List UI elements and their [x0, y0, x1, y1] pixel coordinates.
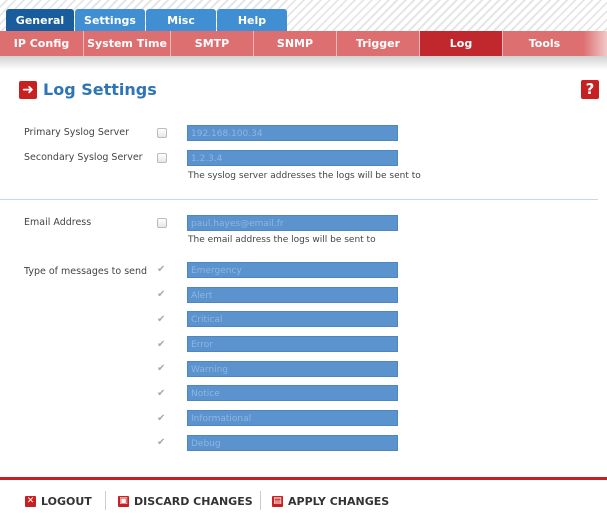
- msg-type-checkbox[interactable]: ✔: [157, 414, 165, 424]
- primary-syslog-checkbox[interactable]: [157, 128, 167, 138]
- primary-syslog-label: Primary Syslog Server: [24, 127, 129, 138]
- secondary-syslog-label: Secondary Syslog Server: [24, 152, 143, 163]
- help-icon[interactable]: ?: [581, 80, 599, 99]
- subtab-log[interactable]: Log: [420, 31, 503, 56]
- msg-type-checkbox[interactable]: ✔: [157, 265, 165, 275]
- msg-type-field[interactable]: Emergency: [187, 262, 398, 278]
- sub-tab-bar-fade: [583, 31, 607, 56]
- syslog-hint: The syslog server addresses the logs wil…: [188, 171, 421, 181]
- subtab-smtp[interactable]: SMTP: [171, 31, 254, 56]
- msg-type-checkbox[interactable]: ✔: [157, 290, 165, 300]
- close-icon: ✕: [25, 496, 36, 507]
- msg-type-checkbox[interactable]: ✔: [157, 340, 165, 350]
- arrow-right-icon: ➜: [19, 81, 37, 99]
- msg-type-field[interactable]: Debug: [187, 435, 398, 451]
- subtab-trigger[interactable]: Trigger: [337, 31, 420, 56]
- footer-divider: [0, 477, 607, 480]
- secondary-syslog-input[interactable]: 1.2.3.4: [187, 150, 398, 166]
- msg-type-field[interactable]: Warning: [187, 361, 398, 377]
- msg-type-checkbox[interactable]: ✔: [157, 315, 165, 325]
- tab-settings[interactable]: Settings: [75, 9, 145, 31]
- tab-help[interactable]: Help: [217, 9, 287, 31]
- msg-type-checkbox[interactable]: ✔: [157, 389, 165, 399]
- subtab-snmp[interactable]: SNMP: [254, 31, 337, 56]
- email-checkbox[interactable]: [157, 218, 167, 228]
- footer-separator: [105, 491, 106, 510]
- tab-general[interactable]: General: [6, 9, 74, 31]
- message-types-label: Type of messages to send: [24, 266, 148, 277]
- email-label: Email Address: [24, 217, 92, 228]
- page-title: Log Settings: [43, 80, 157, 99]
- msg-type-field[interactable]: Critical: [187, 311, 398, 327]
- apply-changes-button[interactable]: ▤ APPLY CHANGES: [272, 495, 389, 508]
- logout-button[interactable]: ✕ LOGOUT: [25, 495, 92, 508]
- email-hint: The email address the logs will be sent …: [188, 235, 376, 245]
- main-tab-bar: General Settings Misc Help: [0, 0, 607, 31]
- section-divider: [0, 199, 598, 200]
- subtab-system-time[interactable]: System Time: [84, 31, 171, 56]
- apply-label: APPLY CHANGES: [288, 495, 390, 508]
- msg-type-field[interactable]: Informational: [187, 410, 398, 426]
- discard-changes-button[interactable]: ▣ DISCARD CHANGES: [118, 495, 253, 508]
- discard-label: DISCARD CHANGES: [134, 495, 253, 508]
- sub-tab-shadow: [0, 56, 607, 70]
- msg-type-field[interactable]: Alert: [187, 287, 398, 303]
- secondary-syslog-checkbox[interactable]: [157, 153, 167, 163]
- primary-syslog-input[interactable]: 192.168.100.34: [187, 125, 398, 141]
- trash-icon: ▣: [118, 496, 129, 507]
- msg-type-field[interactable]: Notice: [187, 385, 398, 401]
- subtab-tools[interactable]: Tools: [503, 31, 586, 56]
- msg-type-field[interactable]: Error: [187, 336, 398, 352]
- msg-type-checkbox[interactable]: ✔: [157, 364, 165, 374]
- email-input[interactable]: paul.hayes@email.fr: [187, 215, 398, 231]
- subtab-ip-config[interactable]: IP Config: [0, 31, 84, 56]
- tab-misc[interactable]: Misc: [146, 9, 216, 31]
- logout-label: LOGOUT: [41, 495, 92, 508]
- msg-type-checkbox[interactable]: ✔: [157, 438, 165, 448]
- footer-separator: [260, 491, 261, 510]
- save-icon: ▤: [272, 496, 283, 507]
